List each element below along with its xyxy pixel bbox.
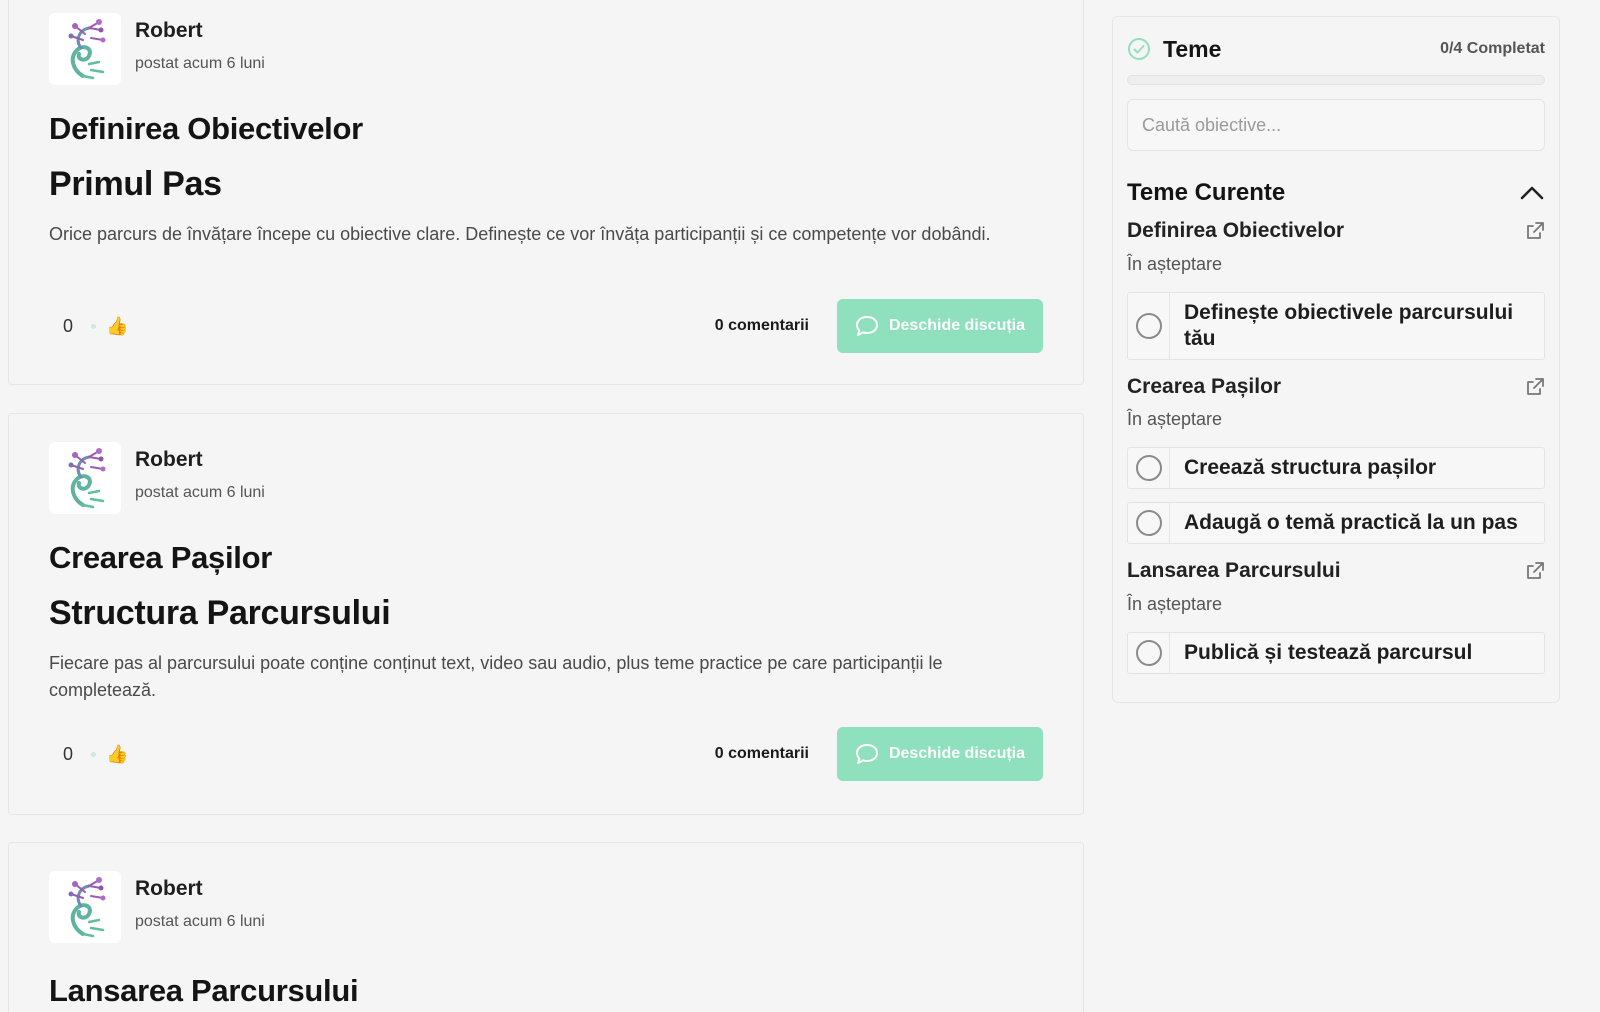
comment-count[interactable]: 0 comentarii: [715, 745, 809, 763]
post-actions: 0 👍 0 comentarii Deschide discuția: [49, 299, 1043, 353]
post-actions: 0 👍 0 comentarii Deschide discuția: [49, 727, 1043, 781]
like-count: 0: [63, 743, 74, 764]
chat-bubble-icon: [855, 316, 878, 336]
theme-name[interactable]: Lansarea Parcursului: [1127, 559, 1341, 583]
tree-logo-icon: [68, 877, 106, 938]
post-body: Fiecare pas al parcursului poate conține…: [49, 653, 943, 700]
section-title: Teme Curente: [1127, 179, 1286, 206]
avatar[interactable]: [49, 871, 121, 943]
separator-dot: [91, 751, 97, 757]
external-link-icon[interactable]: [1525, 377, 1545, 397]
theme-name[interactable]: Crearea Pașilor: [1127, 375, 1281, 399]
post-timestamp: postat acum 6 luni: [135, 913, 265, 930]
sidebar-title: Teme: [1163, 35, 1222, 62]
task-label: Publică și testează parcursul: [1184, 641, 1473, 664]
thumbs-up-icon[interactable]: 👍: [106, 316, 128, 337]
post-timestamp: postat acum 6 luni: [135, 484, 265, 501]
post-card: Robert postat acum 6 luni Lansarea Parcu…: [8, 842, 1084, 1012]
open-discussion-label: Deschide discuția: [888, 317, 1026, 334]
thumbs-up-icon[interactable]: 👍: [106, 744, 128, 765]
like-control[interactable]: 0 👍: [63, 316, 128, 337]
theme-status: În așteptare: [1127, 594, 1223, 614]
post-subtitle: Structura Parcursului: [49, 594, 391, 632]
post-card: Robert postat acum 6 luni Crearea Pașilo…: [8, 413, 1084, 815]
task-item[interactable]: Definește obiectivele parcursului tău: [1127, 292, 1545, 360]
check-circle-icon: [1128, 38, 1150, 60]
progress-bar: [1127, 75, 1545, 85]
chevron-up-icon[interactable]: [1519, 185, 1545, 201]
avatar[interactable]: [49, 442, 121, 514]
like-control[interactable]: 0 👍: [63, 744, 128, 765]
post-title: Lansarea Parcursului: [49, 973, 359, 1008]
theme-name[interactable]: Definirea Obiectivelor: [1127, 219, 1344, 243]
open-discussion-button[interactable]: Deschide discuția: [837, 727, 1043, 781]
radio-circle-icon: [1135, 640, 1162, 666]
like-count: 0: [63, 315, 74, 336]
separator-dot: [91, 323, 97, 329]
post-title: Crearea Pașilor: [49, 540, 272, 575]
theme-header[interactable]: Lansarea Parcursului: [1127, 557, 1545, 585]
tree-logo-icon: [68, 19, 106, 80]
avatar[interactable]: [49, 13, 121, 85]
post-card: Robert postat acum 6 luni Definirea Obie…: [8, 0, 1084, 385]
theme-status: În așteptare: [1127, 254, 1223, 274]
comment-count[interactable]: 0 comentarii: [715, 317, 809, 335]
task-item[interactable]: Adaugă o temă practică la un pas: [1127, 502, 1545, 544]
open-discussion-label: Deschide discuția: [888, 745, 1026, 762]
task-item[interactable]: Creează structura pașilor: [1127, 447, 1545, 489]
external-link-icon[interactable]: [1525, 561, 1545, 581]
page: Robert postat acum 6 luni Definirea Obie…: [0, 0, 1600, 1012]
radio-circle-icon: [1135, 455, 1162, 481]
task-checkbox[interactable]: [1128, 503, 1170, 543]
external-link-icon[interactable]: [1525, 221, 1545, 241]
radio-circle-icon: [1135, 313, 1162, 339]
post-timestamp: postat acum 6 luni: [135, 55, 265, 72]
task-checkbox[interactable]: [1128, 448, 1170, 488]
task-label: Creează structura pașilor: [1184, 456, 1437, 479]
progress-text: 0/4 Completat: [1440, 40, 1545, 57]
post-author: Robert postat acum 6 luni: [49, 442, 265, 514]
section-header-current-themes[interactable]: Teme Curente: [1127, 177, 1545, 209]
task-label: Definește obiectivele parcursului tău: [1184, 301, 1514, 350]
sidebar-header: Teme 0/4 Completat: [1127, 33, 1545, 65]
search-input[interactable]: [1127, 99, 1545, 151]
author-name[interactable]: Robert: [135, 448, 265, 472]
radio-circle-icon: [1135, 510, 1162, 536]
open-discussion-button[interactable]: Deschide discuția: [837, 299, 1043, 353]
post-subtitle: Primul Pas: [49, 165, 222, 203]
task-item[interactable]: Publică și testează parcursul: [1127, 632, 1545, 674]
theme-header[interactable]: Definirea Obiectivelor: [1127, 217, 1545, 245]
theme-status: În așteptare: [1127, 409, 1223, 429]
task-label: Adaugă o temă practică la un pas: [1184, 511, 1518, 534]
task-checkbox[interactable]: [1128, 633, 1170, 673]
tree-logo-icon: [68, 448, 106, 509]
task-checkbox[interactable]: [1128, 293, 1170, 359]
author-name[interactable]: Robert: [135, 877, 265, 901]
author-name[interactable]: Robert: [135, 19, 265, 43]
post-title: Definirea Obiectivelor: [49, 111, 363, 146]
post-author: Robert postat acum 6 luni: [49, 871, 265, 943]
chat-bubble-icon: [855, 744, 878, 764]
post-author: Robert postat acum 6 luni: [49, 13, 265, 85]
post-body: Orice parcurs de învățare începe cu obie…: [49, 224, 991, 244]
theme-header[interactable]: Crearea Pașilor: [1127, 373, 1545, 401]
themes-sidebar: Teme 0/4 Completat Teme Curente Definire…: [1112, 16, 1560, 703]
